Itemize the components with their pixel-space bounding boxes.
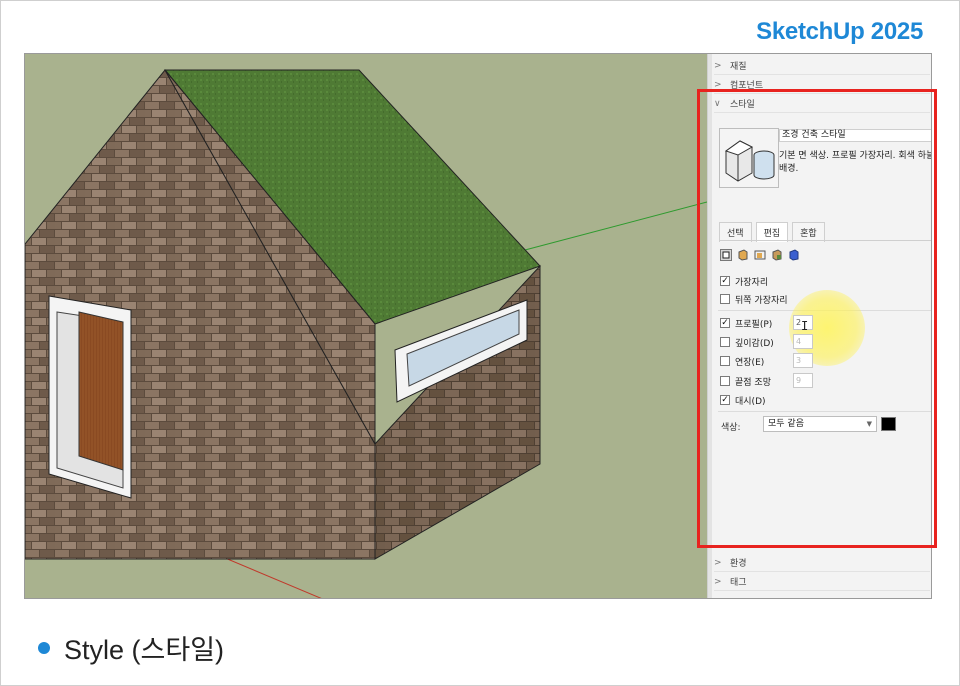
option-label: 대시(D) (735, 396, 766, 407)
tray-tags[interactable]: > 태그 (714, 573, 930, 591)
back-edges-checkbox[interactable] (720, 294, 730, 304)
option-label: 깊이감(D) (735, 338, 774, 349)
tab-edit[interactable]: 편집 (755, 222, 789, 242)
color-label: 색상: (721, 423, 741, 433)
face-settings-icon[interactable] (737, 249, 749, 261)
style-thumbnail[interactable] (719, 128, 779, 188)
style-name-field[interactable]: 조경 건축 스타일 (779, 129, 931, 142)
option-dashes[interactable]: ✓ 대시(D) (720, 393, 766, 407)
color-mode-select[interactable]: 모두 같음 ▼ (763, 416, 877, 432)
option-endpoints[interactable]: 끝점 조망 (720, 374, 771, 388)
house-model-drawing (25, 69, 707, 598)
tab-select[interactable]: 선택 (719, 222, 752, 242)
option-profiles[interactable]: ✓ 프로필(P) (720, 316, 772, 330)
edge-settings-icon[interactable] (720, 249, 732, 261)
modeling-settings-icon[interactable] (788, 249, 800, 261)
chevron-right-icon: > (714, 557, 722, 568)
dashes-checkbox[interactable]: ✓ (720, 395, 730, 405)
background-settings-icon[interactable] (754, 249, 766, 261)
caption: Style (스타일) (38, 628, 224, 667)
chevron-right-icon: > (714, 79, 722, 90)
bullet-icon (38, 641, 50, 654)
option-label: 가장자리 (735, 277, 769, 288)
style-description[interactable]: 기본 면 색상. 프로필 가장자리. 회색 하늘 배경. (779, 150, 932, 176)
option-depth-cue[interactable]: 깊이감(D) (720, 335, 774, 349)
endpoints-checkbox[interactable] (720, 376, 730, 386)
watermark-settings-icon[interactable] (771, 249, 783, 261)
edge-color-swatch[interactable] (881, 417, 896, 431)
tab-divider (719, 240, 931, 241)
chevron-down-icon: ∨ (714, 98, 721, 109)
tray-label: 재질 (730, 62, 747, 72)
tab-mix[interactable]: 혼합 (792, 222, 825, 242)
color-mode-value: 모두 같음 (768, 419, 804, 429)
endpoints-input[interactable]: 9 (793, 373, 813, 388)
extension-input[interactable]: 3 (793, 353, 813, 368)
tray-label: 환경 (730, 559, 747, 569)
style-description-line: 기본 면 색상. 프로필 가장자리. 회색 하늘 (779, 151, 932, 161)
option-edges[interactable]: ✓ 가장자리 (720, 274, 768, 288)
option-label: 프로필(P) (735, 319, 773, 330)
divider (718, 411, 931, 412)
style-preview-icon (720, 129, 778, 187)
door (78, 311, 124, 471)
tray-styles[interactable]: ∨ 스타일 (714, 95, 930, 113)
model-viewport[interactable] (25, 54, 707, 598)
style-settings-icons (720, 249, 800, 261)
style-tabs: 선택 편집 혼합 (719, 222, 825, 242)
tray-label: 태그 (730, 578, 747, 588)
tray-label: 컴포넌트 (730, 81, 764, 91)
tray-components[interactable]: > 컴포넌트 (714, 76, 930, 94)
tray-label: 스타일 (730, 100, 755, 110)
option-label: 뒤쪽 가장자리 (735, 295, 788, 306)
option-back-edges[interactable]: 뒤쪽 가장자리 (720, 292, 788, 306)
depth-cue-input[interactable]: 4 (793, 334, 813, 349)
caption-text: Style (스타일) (64, 635, 225, 665)
option-extension[interactable]: 연장(E) (720, 354, 764, 368)
option-label: 연장(E) (735, 357, 765, 368)
option-label: 끝점 조망 (735, 377, 771, 388)
chevron-right-icon: > (714, 60, 722, 71)
chevron-right-icon: > (714, 576, 722, 587)
extension-checkbox[interactable] (720, 356, 730, 366)
brand-title: SketchUp 2025 (756, 18, 923, 45)
chevron-down-icon: ▼ (866, 420, 872, 428)
edges-checkbox[interactable]: ✓ (720, 276, 730, 286)
divider (718, 310, 931, 311)
profiles-checkbox[interactable]: ✓ (720, 318, 730, 328)
depth-cue-checkbox[interactable] (720, 337, 730, 347)
panel-scrollbar[interactable] (708, 54, 712, 598)
style-description-line: 배경. (779, 164, 799, 174)
tray-environment[interactable]: > 환경 (714, 554, 930, 572)
tray-materials[interactable]: > 재질 (714, 57, 930, 75)
sketchup-screenshot: > 재질 > 컴포넌트 ∨ 스타일 > 환경 > 태그 조경 건축 스타일 기본… (24, 53, 932, 599)
text-cursor-icon: I (801, 319, 809, 333)
